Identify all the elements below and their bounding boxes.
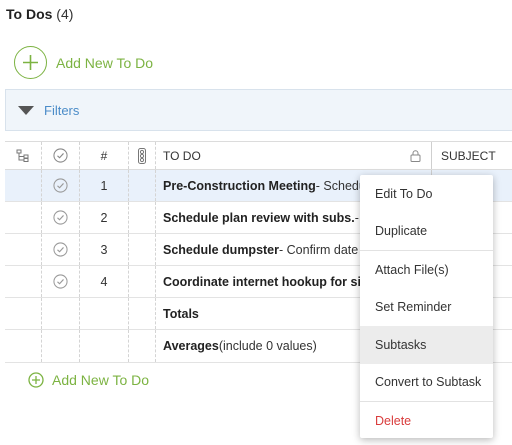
table-header-row: # TO DO SUBJECT <box>5 141 512 170</box>
add-new-todo-button-top[interactable]: Add New To Do <box>14 46 153 79</box>
filters-label: Filters <box>44 102 80 118</box>
todo-title: Pre-Construction Meeting <box>163 178 316 193</box>
totals-label: Totals <box>163 306 199 321</box>
add-new-todo-label: Add New To Do <box>52 372 150 388</box>
complete-toggle[interactable] <box>42 234 80 265</box>
complete-toggle[interactable] <box>42 170 80 201</box>
averages-label: Averages <box>163 339 219 353</box>
menu-item-set-reminder[interactable]: Set Reminder <box>360 289 493 327</box>
todo-title: Coordinate internet hookup for site t <box>163 274 380 289</box>
todo-title: Schedule dumpster <box>163 242 279 257</box>
filters-bar[interactable]: Filters <box>5 89 512 131</box>
menu-item-delete[interactable]: Delete <box>360 402 493 440</box>
menu-item-duplicate[interactable]: Duplicate <box>360 213 493 251</box>
context-menu: Edit To Do Duplicate Attach File(s) Set … <box>360 175 493 438</box>
averages-note: (include 0 values) <box>218 339 317 353</box>
complete-toggle[interactable] <box>42 202 80 233</box>
caret-down-icon <box>18 105 34 115</box>
plus-circle-icon <box>28 372 44 388</box>
page-title: To Dos (4) <box>6 6 73 22</box>
lock-icon[interactable] <box>410 150 421 165</box>
todo-title: Schedule plan review with subs. <box>163 210 355 225</box>
menu-item-subtasks[interactable]: Subtasks <box>360 326 493 364</box>
menu-item-convert-to-subtask[interactable]: Convert to Subtask <box>360 364 493 402</box>
column-header-num[interactable]: # <box>80 142 129 169</box>
menu-item-attach-files[interactable]: Attach File(s) <box>360 251 493 289</box>
complete-toggle[interactable] <box>42 266 80 297</box>
add-new-todo-button-bottom[interactable]: Add New To Do <box>28 372 149 388</box>
add-new-todo-label: Add New To Do <box>56 54 154 71</box>
row-number: 4 <box>80 266 129 297</box>
hierarchy-icon[interactable] <box>5 142 42 169</box>
column-header-todo[interactable]: TO DO <box>156 142 432 169</box>
traffic-light-icon[interactable] <box>129 142 156 169</box>
menu-item-edit-todo[interactable]: Edit To Do <box>360 175 493 213</box>
row-number: 1 <box>80 170 129 201</box>
row-number: 2 <box>80 202 129 233</box>
todo-count: (4) <box>56 6 74 22</box>
complete-column-icon[interactable] <box>42 142 80 169</box>
row-number: 3 <box>80 234 129 265</box>
plus-circle-icon <box>14 46 47 79</box>
column-header-subject[interactable]: SUBJECT <box>432 142 512 169</box>
column-header-todo-label: TO DO <box>163 148 201 163</box>
title-text: To Dos <box>6 6 53 22</box>
